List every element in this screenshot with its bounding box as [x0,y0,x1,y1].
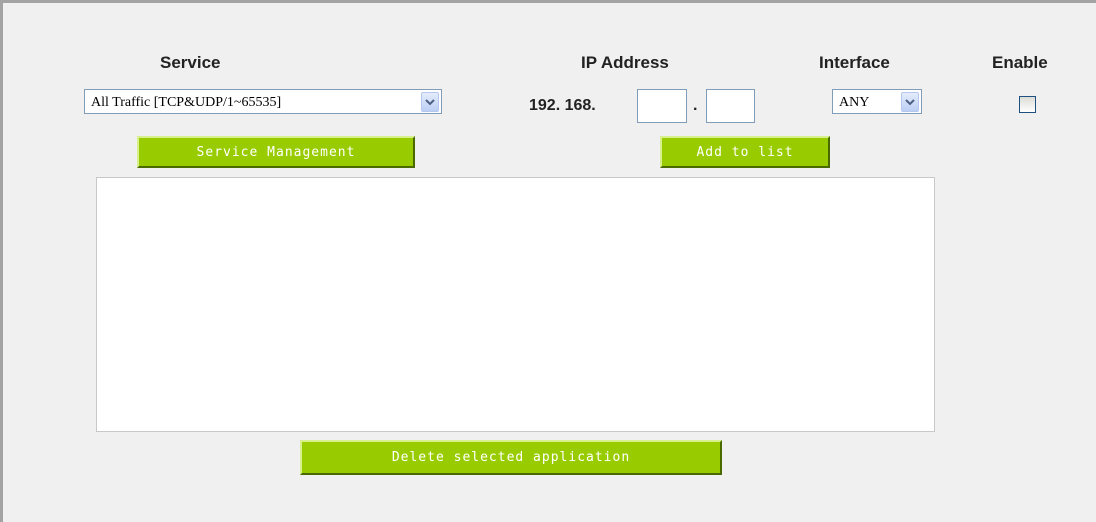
ip-octet4-input[interactable] [706,89,755,123]
ip-address-header: IP Address [581,53,669,72]
enable-checkbox[interactable] [1019,96,1036,113]
service-select-value: All Traffic [TCP&UDP/1~65535] [91,95,282,110]
interface-select[interactable]: ANY [832,89,922,114]
interface-header: Interface [819,53,890,72]
ip-octet3-input[interactable] [637,89,687,123]
service-header: Service [160,53,221,72]
application-list[interactable] [96,177,935,432]
service-management-button[interactable]: Service Management [137,136,415,168]
add-to-list-button[interactable]: Add to list [660,136,830,168]
service-select[interactable]: All Traffic [TCP&UDP/1~65535] [84,89,442,114]
chevron-down-icon[interactable] [421,92,439,112]
delete-selected-button[interactable]: Delete selected application [300,440,722,475]
chevron-down-icon[interactable] [901,92,919,112]
enable-header: Enable [992,53,1048,72]
rule-panel: Service IP Address Interface Enable All … [0,0,1096,522]
interface-select-value: ANY [839,95,870,110]
ip-separator: . [693,97,698,114]
ip-prefix: 192. 168. [529,97,596,114]
